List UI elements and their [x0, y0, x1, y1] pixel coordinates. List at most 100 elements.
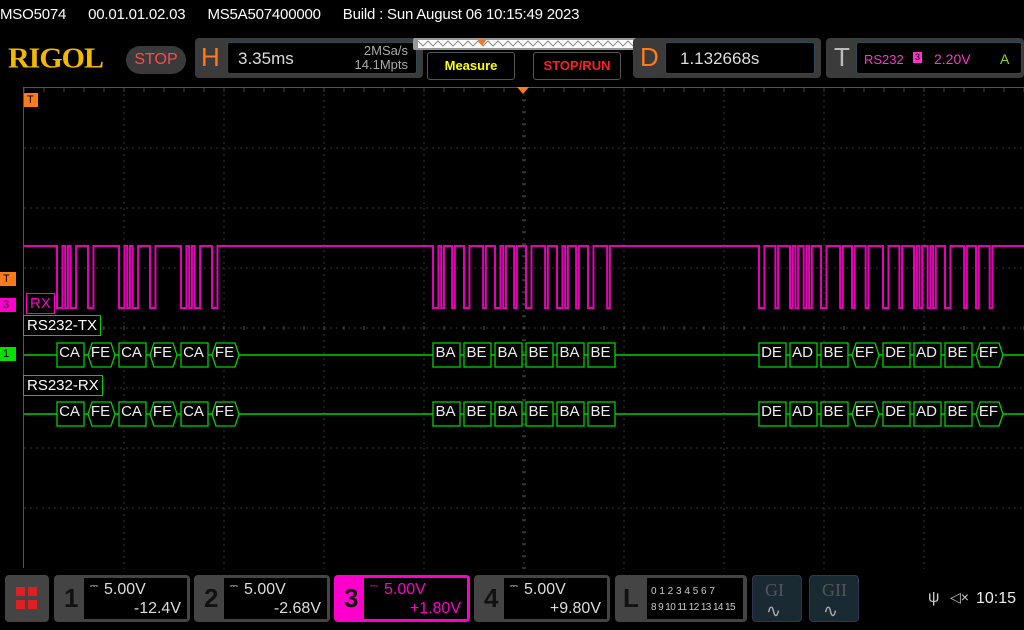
decode-packet[interactable]: CA — [56, 403, 83, 420]
decode-packet[interactable]: BE — [525, 403, 552, 420]
channel-number: 2 — [204, 583, 219, 613]
decode-packet[interactable]: CA — [118, 344, 145, 361]
channel-scale: 5.00V — [524, 581, 566, 598]
decode-packet[interactable]: BE — [463, 403, 490, 420]
mute-icon[interactable]: ◁× — [950, 589, 969, 606]
decode-packet[interactable]: BA — [494, 344, 521, 361]
memory-position-bar[interactable] — [413, 38, 647, 50]
channel-3-button[interactable]: 3 ⎓ 5.00V +1.80V — [334, 575, 470, 622]
decode-packet[interactable]: DE — [758, 403, 785, 420]
decode-packet[interactable]: BE — [525, 344, 552, 361]
logic-letter: L — [623, 583, 639, 613]
rigol-logo: RIGOL — [8, 42, 104, 75]
decode-packet[interactable]: AD — [913, 403, 940, 420]
status-bar: MSO5074 00.01.01.02.03 MS5A507400000 Build … — [0, 6, 601, 23]
decode-packet[interactable]: FE — [149, 344, 176, 361]
decode-packet[interactable]: CA — [180, 403, 207, 420]
build-info: Build : Sun August 06 10:15:49 2023 — [342, 6, 580, 23]
decode-packet[interactable]: BE — [820, 344, 847, 361]
measure-button[interactable]: Measure — [427, 52, 515, 80]
channel-4-button[interactable]: 4 ⎓ 5.00V +9.80V — [474, 575, 610, 622]
trigger-level: 2.20V — [934, 51, 971, 67]
decode-packet[interactable]: BE — [944, 403, 971, 420]
decode-packet[interactable]: AD — [913, 344, 940, 361]
menu-button[interactable] — [5, 575, 49, 622]
decode-packet[interactable]: BE — [463, 344, 490, 361]
trigger-position-icon — [477, 39, 487, 46]
decode-packet[interactable]: FE — [211, 344, 238, 361]
trigger-mode: A — [1000, 51, 1010, 67]
decode-packet[interactable]: DE — [882, 344, 909, 361]
usb-icon: ψ — [928, 589, 940, 606]
model: MSO5074 — [0, 6, 67, 23]
ch1-offset-marker[interactable]: 1 — [0, 347, 16, 361]
decode-packet[interactable]: BE — [587, 344, 614, 361]
decoder-1-label: RS232-TX — [23, 315, 102, 336]
trigger-type: RS232 — [864, 52, 904, 67]
decode-packet[interactable]: EF — [975, 403, 1002, 420]
logic-analyzer-button[interactable]: L 0 1 2 3 4 5 6 7 8 9 10 11 12 13 14 15 — [615, 575, 747, 622]
firmware-version: 00.01.01.02.03 — [88, 6, 186, 23]
decoder-2-label: RS232-RX — [23, 375, 103, 396]
generator-1-button[interactable]: GI ∿ — [752, 575, 802, 622]
delay-letter: D — [640, 42, 659, 72]
decode-packet[interactable]: BA — [494, 403, 521, 420]
trigger-letter: T — [834, 42, 850, 72]
logic-channels-8-15: 8 9 10 11 12 13 14 15 — [651, 602, 736, 613]
channel-2-button[interactable]: 2 ⎓ 5.00V -2.68V — [194, 575, 330, 622]
generator-1-label: GI — [765, 580, 784, 600]
decode-packet[interactable]: CA — [56, 344, 83, 361]
decode-packet[interactable]: BA — [556, 403, 583, 420]
memory-depth: 14.1Mpts — [354, 57, 408, 72]
decode-packet[interactable]: CA — [180, 344, 207, 361]
decode-packet[interactable]: EF — [975, 344, 1002, 361]
waveform-display[interactable] — [23, 87, 1024, 569]
channel-offset: +1.80V — [409, 600, 461, 617]
channel-number: 3 — [344, 583, 359, 613]
dc-coupling-icon: ⎓ — [510, 581, 518, 592]
decode-packet[interactable]: AD — [789, 403, 816, 420]
decode-packet[interactable]: EF — [851, 403, 878, 420]
trigger-position-icon[interactable] — [517, 87, 529, 94]
decode-packet[interactable]: FE — [87, 403, 114, 420]
horizontal-panel[interactable]: H 3.35ms 2MSa/s 14.1Mpts — [195, 38, 423, 78]
trigger-source: 3 — [913, 52, 923, 63]
generator-2-label: GII — [822, 580, 847, 600]
decode-packet[interactable]: BA — [432, 403, 459, 420]
decode-packet[interactable]: EF — [851, 344, 878, 361]
channel-number: 1 — [64, 583, 79, 613]
sine-icon: ∿ — [766, 601, 782, 621]
ch3-offset-marker[interactable]: 3 — [0, 298, 16, 312]
horizontal-letter: H — [201, 42, 220, 72]
trigger-level-marker[interactable]: T — [0, 272, 16, 286]
decode-packet[interactable]: BE — [820, 403, 847, 420]
waveform-overview — [418, 40, 642, 48]
serial-number: MS5A507400000 — [207, 6, 321, 23]
decode-packet[interactable]: BA — [556, 344, 583, 361]
channel-scale: 5.00V — [244, 581, 286, 598]
channel-scale: 5.00V — [104, 581, 146, 598]
decode-packet[interactable]: BE — [587, 403, 614, 420]
channel-offset: -12.4V — [133, 600, 181, 617]
decode-packet[interactable]: BA — [432, 344, 459, 361]
sine-icon: ∿ — [823, 601, 839, 621]
decode-packet[interactable]: CA — [118, 403, 145, 420]
decode-packet[interactable]: FE — [149, 403, 176, 420]
channel-number: 4 — [484, 583, 499, 613]
trigger-position-marker[interactable]: T — [24, 93, 38, 107]
menu-icon — [16, 587, 25, 596]
delay-panel[interactable]: D 1.132668s — [633, 38, 821, 78]
trigger-panel[interactable]: T RS232 3 2.20V A — [826, 38, 1024, 78]
run-state-indicator[interactable]: STOP — [126, 46, 186, 74]
decode-packet[interactable]: DE — [758, 344, 785, 361]
timebase-value: 3.35ms — [238, 49, 294, 68]
stop-run-button[interactable]: STOP/RUN — [533, 52, 621, 80]
delay-value: 1.132668s — [680, 49, 760, 68]
generator-2-button[interactable]: GII ∿ — [809, 575, 859, 622]
decode-packet[interactable]: BE — [944, 344, 971, 361]
decode-packet[interactable]: FE — [87, 344, 114, 361]
decode-packet[interactable]: AD — [789, 344, 816, 361]
channel-1-button[interactable]: 1 ⎓ 5.00V -12.4V — [54, 575, 190, 622]
decode-packet[interactable]: DE — [882, 403, 909, 420]
decode-packet[interactable]: FE — [211, 403, 238, 420]
